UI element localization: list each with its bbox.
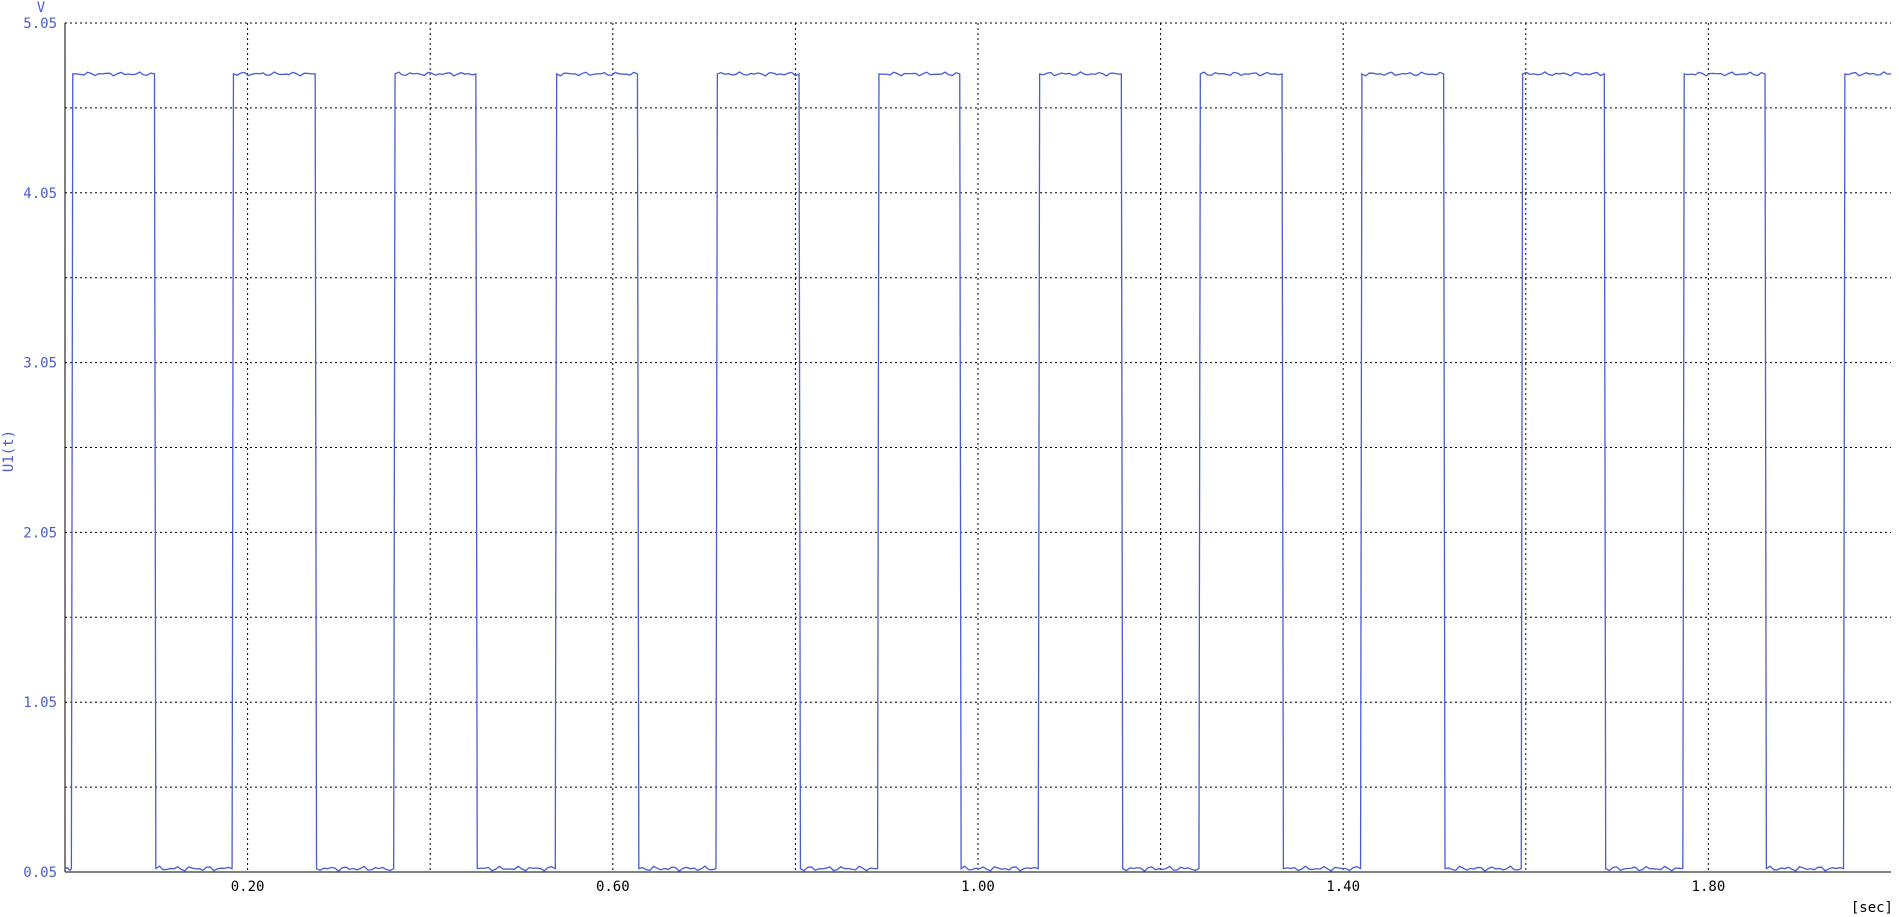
x-tick-labels: 0.20 0.60 1.00 1.40 1.80	[231, 879, 1726, 895]
y-tick-label: 5.05	[23, 16, 57, 32]
y-tick-label: 2.05	[23, 525, 57, 541]
x-unit-label: [sec]	[1851, 900, 1893, 916]
y-tick-label: 0.05	[23, 865, 57, 881]
y-axis-label: U1(t)	[1, 430, 17, 472]
y-unit-label: V	[37, 0, 46, 16]
y-tick-label: 4.05	[23, 186, 57, 202]
y-tick-label: 3.05	[23, 356, 57, 372]
y-tick-labels: 0.05 1.05 2.05 3.05 4.05 5.05	[23, 16, 57, 881]
grid-layer	[65, 22, 1891, 873]
x-tick-label: 0.60	[596, 879, 630, 895]
x-tick-label: 1.80	[1692, 879, 1726, 895]
y-tick-label: 1.05	[23, 695, 57, 711]
waveform-chart: 0.05 1.05 2.05 3.05 4.05 5.05 0.20 0.60 1.00 1.4…	[1, 0, 1893, 916]
series-line-u1	[64, 71, 1892, 872]
x-tick-label: 1.00	[961, 879, 995, 895]
x-tick-label: 1.40	[1326, 879, 1360, 895]
x-tick-label: 0.20	[231, 879, 265, 895]
